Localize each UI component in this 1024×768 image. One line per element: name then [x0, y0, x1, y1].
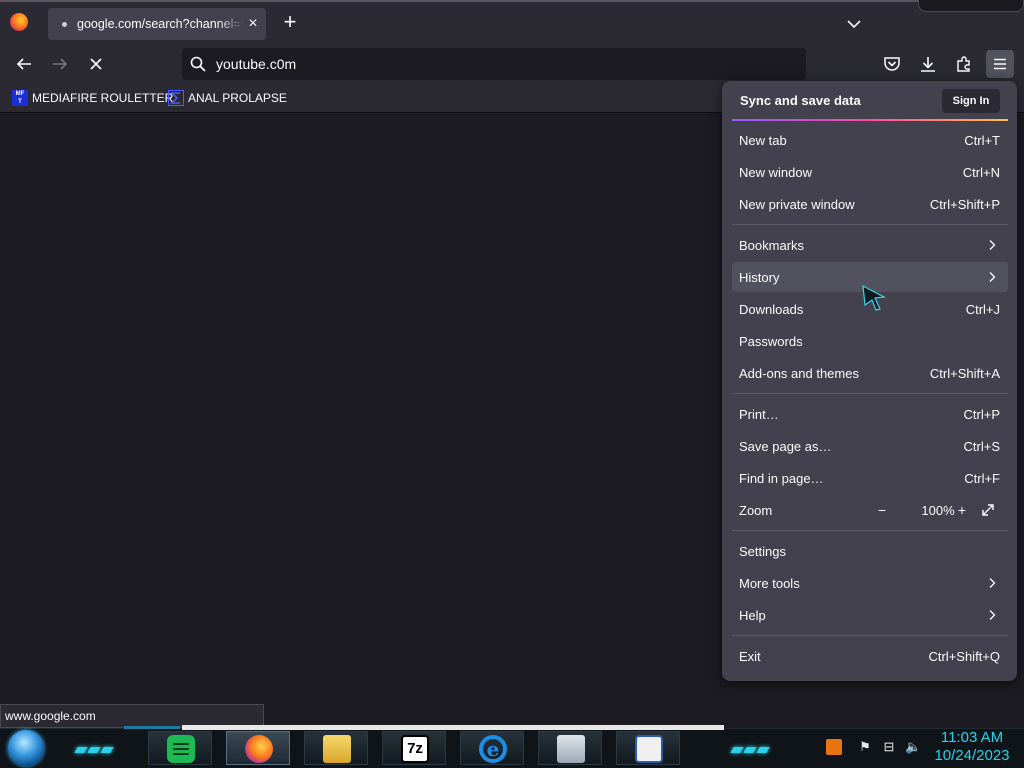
menu-item-new-tab[interactable]: New tab Ctrl+T: [732, 125, 1008, 155]
sigma-icon: [168, 90, 184, 106]
fullscreen-icon: [982, 504, 994, 516]
taskbar-decoration: [74, 740, 115, 753]
firefox-icon: [245, 735, 273, 763]
menu-item-help[interactable]: Help: [732, 600, 1008, 630]
chevron-right-icon: [989, 578, 996, 588]
new-tab-button[interactable]: +: [278, 11, 302, 35]
tab-active[interactable]: google.com/search?channel=fs ×: [48, 8, 266, 40]
sync-header: Sync and save data Sign In: [722, 81, 1017, 121]
taskbar-app-window[interactable]: [616, 731, 680, 765]
sync-title: Sync and save data: [740, 93, 861, 108]
menu-item-addons-and-themes[interactable]: Add-ons and themes Ctrl+Shift+A: [732, 358, 1008, 388]
menu-item-passwords[interactable]: Passwords: [732, 326, 1008, 356]
list-all-tabs-button[interactable]: [844, 14, 864, 34]
bookmark-mediafire-rouletter[interactable]: MF T MEDIAFIRE ROULETTER: [12, 89, 173, 107]
clock-date: 10/24/2023: [934, 747, 1010, 764]
menu-item-zoom: Zoom − 100% +: [732, 495, 1008, 525]
action-center-icon[interactable]: ⚑: [857, 739, 873, 755]
fullscreen-button[interactable]: [978, 500, 998, 520]
hamburger-menu-icon: [994, 58, 1006, 70]
taskbar-decoration: [730, 740, 771, 753]
menu-separator: [732, 393, 1008, 394]
url-text[interactable]: youtube.c0m: [216, 56, 296, 72]
stop-icon: [90, 58, 102, 70]
back-button[interactable]: [11, 52, 37, 76]
window-caption-decoration: [918, 0, 1024, 12]
chevron-right-icon: [989, 240, 996, 250]
extensions-icon: [957, 56, 970, 72]
extensions-button[interactable]: [951, 52, 977, 76]
forward-button[interactable]: [47, 52, 73, 76]
mft-icon: MF T: [12, 90, 28, 106]
taskbar-decoration: [124, 726, 180, 729]
start-button[interactable]: [8, 730, 44, 766]
mouse-cursor-icon: [862, 284, 887, 311]
menu-item-new-window[interactable]: New window Ctrl+N: [732, 157, 1008, 187]
sign-in-button[interactable]: Sign In: [942, 89, 1000, 113]
firefox-icon: [10, 13, 28, 31]
menu-item-bookmarks[interactable]: Bookmarks: [732, 230, 1008, 260]
zoom-in-button[interactable]: +: [952, 500, 972, 520]
chevron-right-icon: [989, 272, 996, 282]
taskbar-app-firefox[interactable]: [226, 731, 290, 765]
bookmark-label: ANAL PROLAPSE: [188, 91, 287, 105]
spotify-icon: [167, 735, 195, 763]
menu-item-new-private-window[interactable]: New private window Ctrl+Shift+P: [732, 189, 1008, 219]
menu-item-more-tools[interactable]: More tools: [732, 568, 1008, 598]
tab-title: google.com/search?channel=fs: [77, 17, 243, 31]
search-icon: [190, 56, 206, 72]
zoom-controls: − 100% +: [872, 498, 1002, 522]
forward-arrow-icon: [53, 58, 68, 70]
menu-separator: [732, 635, 1008, 636]
menu-item-print[interactable]: Print… Ctrl+P: [732, 399, 1008, 429]
taskbar-app-task-manager[interactable]: [538, 731, 602, 765]
taskbar-clock[interactable]: 11:03 AM 10/24/2023: [928, 729, 1016, 767]
bookmark-anal-prolapse[interactable]: ANAL PROLAPSE: [168, 89, 287, 107]
network-icon[interactable]: ⊟: [881, 739, 897, 755]
menu-item-save-page-as[interactable]: Save page as… Ctrl+S: [732, 431, 1008, 461]
internet-explorer-icon: e: [479, 735, 507, 763]
download-icon: [921, 57, 935, 72]
7zip-icon: 7z: [401, 735, 429, 763]
volume-icon[interactable]: 🔈: [905, 739, 921, 755]
java-icon[interactable]: [826, 739, 842, 755]
pocket-icon: [884, 57, 900, 71]
menu-separator: [732, 224, 1008, 225]
url-bar[interactable]: youtube.c0m: [182, 48, 806, 80]
stop-button[interactable]: [83, 52, 109, 76]
app-menu-button[interactable]: [986, 50, 1014, 78]
loading-dot-icon: [62, 22, 67, 27]
back-arrow-icon: [16, 58, 31, 70]
chevron-down-icon: [847, 20, 861, 29]
window-icon: [635, 735, 663, 763]
taskbar-app-spotify[interactable]: [148, 731, 212, 765]
taskbar-app-7zip[interactable]: 7z: [382, 731, 446, 765]
menu-item-find-in-page[interactable]: Find in page… Ctrl+F: [732, 463, 1008, 493]
zoom-out-button[interactable]: −: [872, 500, 892, 520]
pocket-button[interactable]: [879, 52, 905, 76]
screen: google.com/search?channel=fs × + youtube…: [0, 0, 1024, 768]
menu-separator: [732, 530, 1008, 531]
file-explorer-icon: [323, 735, 351, 763]
menu-item-settings[interactable]: Settings: [732, 536, 1008, 566]
taskbar-decoration: [182, 725, 724, 730]
clock-time: 11:03 AM: [940, 729, 1004, 746]
accent-divider: [732, 119, 1008, 121]
menu-item-exit[interactable]: Exit Ctrl+Shift+Q: [732, 641, 1008, 671]
task-manager-icon: [557, 735, 585, 763]
taskbar-app-internet-explorer[interactable]: e: [460, 731, 524, 765]
bookmark-label: MEDIAFIRE ROULETTER: [32, 91, 174, 105]
close-icon[interactable]: ×: [244, 14, 262, 34]
downloads-button[interactable]: [915, 52, 941, 76]
taskbar-app-file-explorer[interactable]: [304, 731, 368, 765]
chevron-right-icon: [989, 610, 996, 620]
navigation-toolbar: youtube.c0m: [0, 44, 1024, 84]
tab-strip: google.com/search?channel=fs × +: [0, 0, 1024, 44]
app-menu-panel: Sync and save data Sign In New tab Ctrl+…: [722, 81, 1017, 681]
plus-icon: +: [283, 9, 297, 34]
